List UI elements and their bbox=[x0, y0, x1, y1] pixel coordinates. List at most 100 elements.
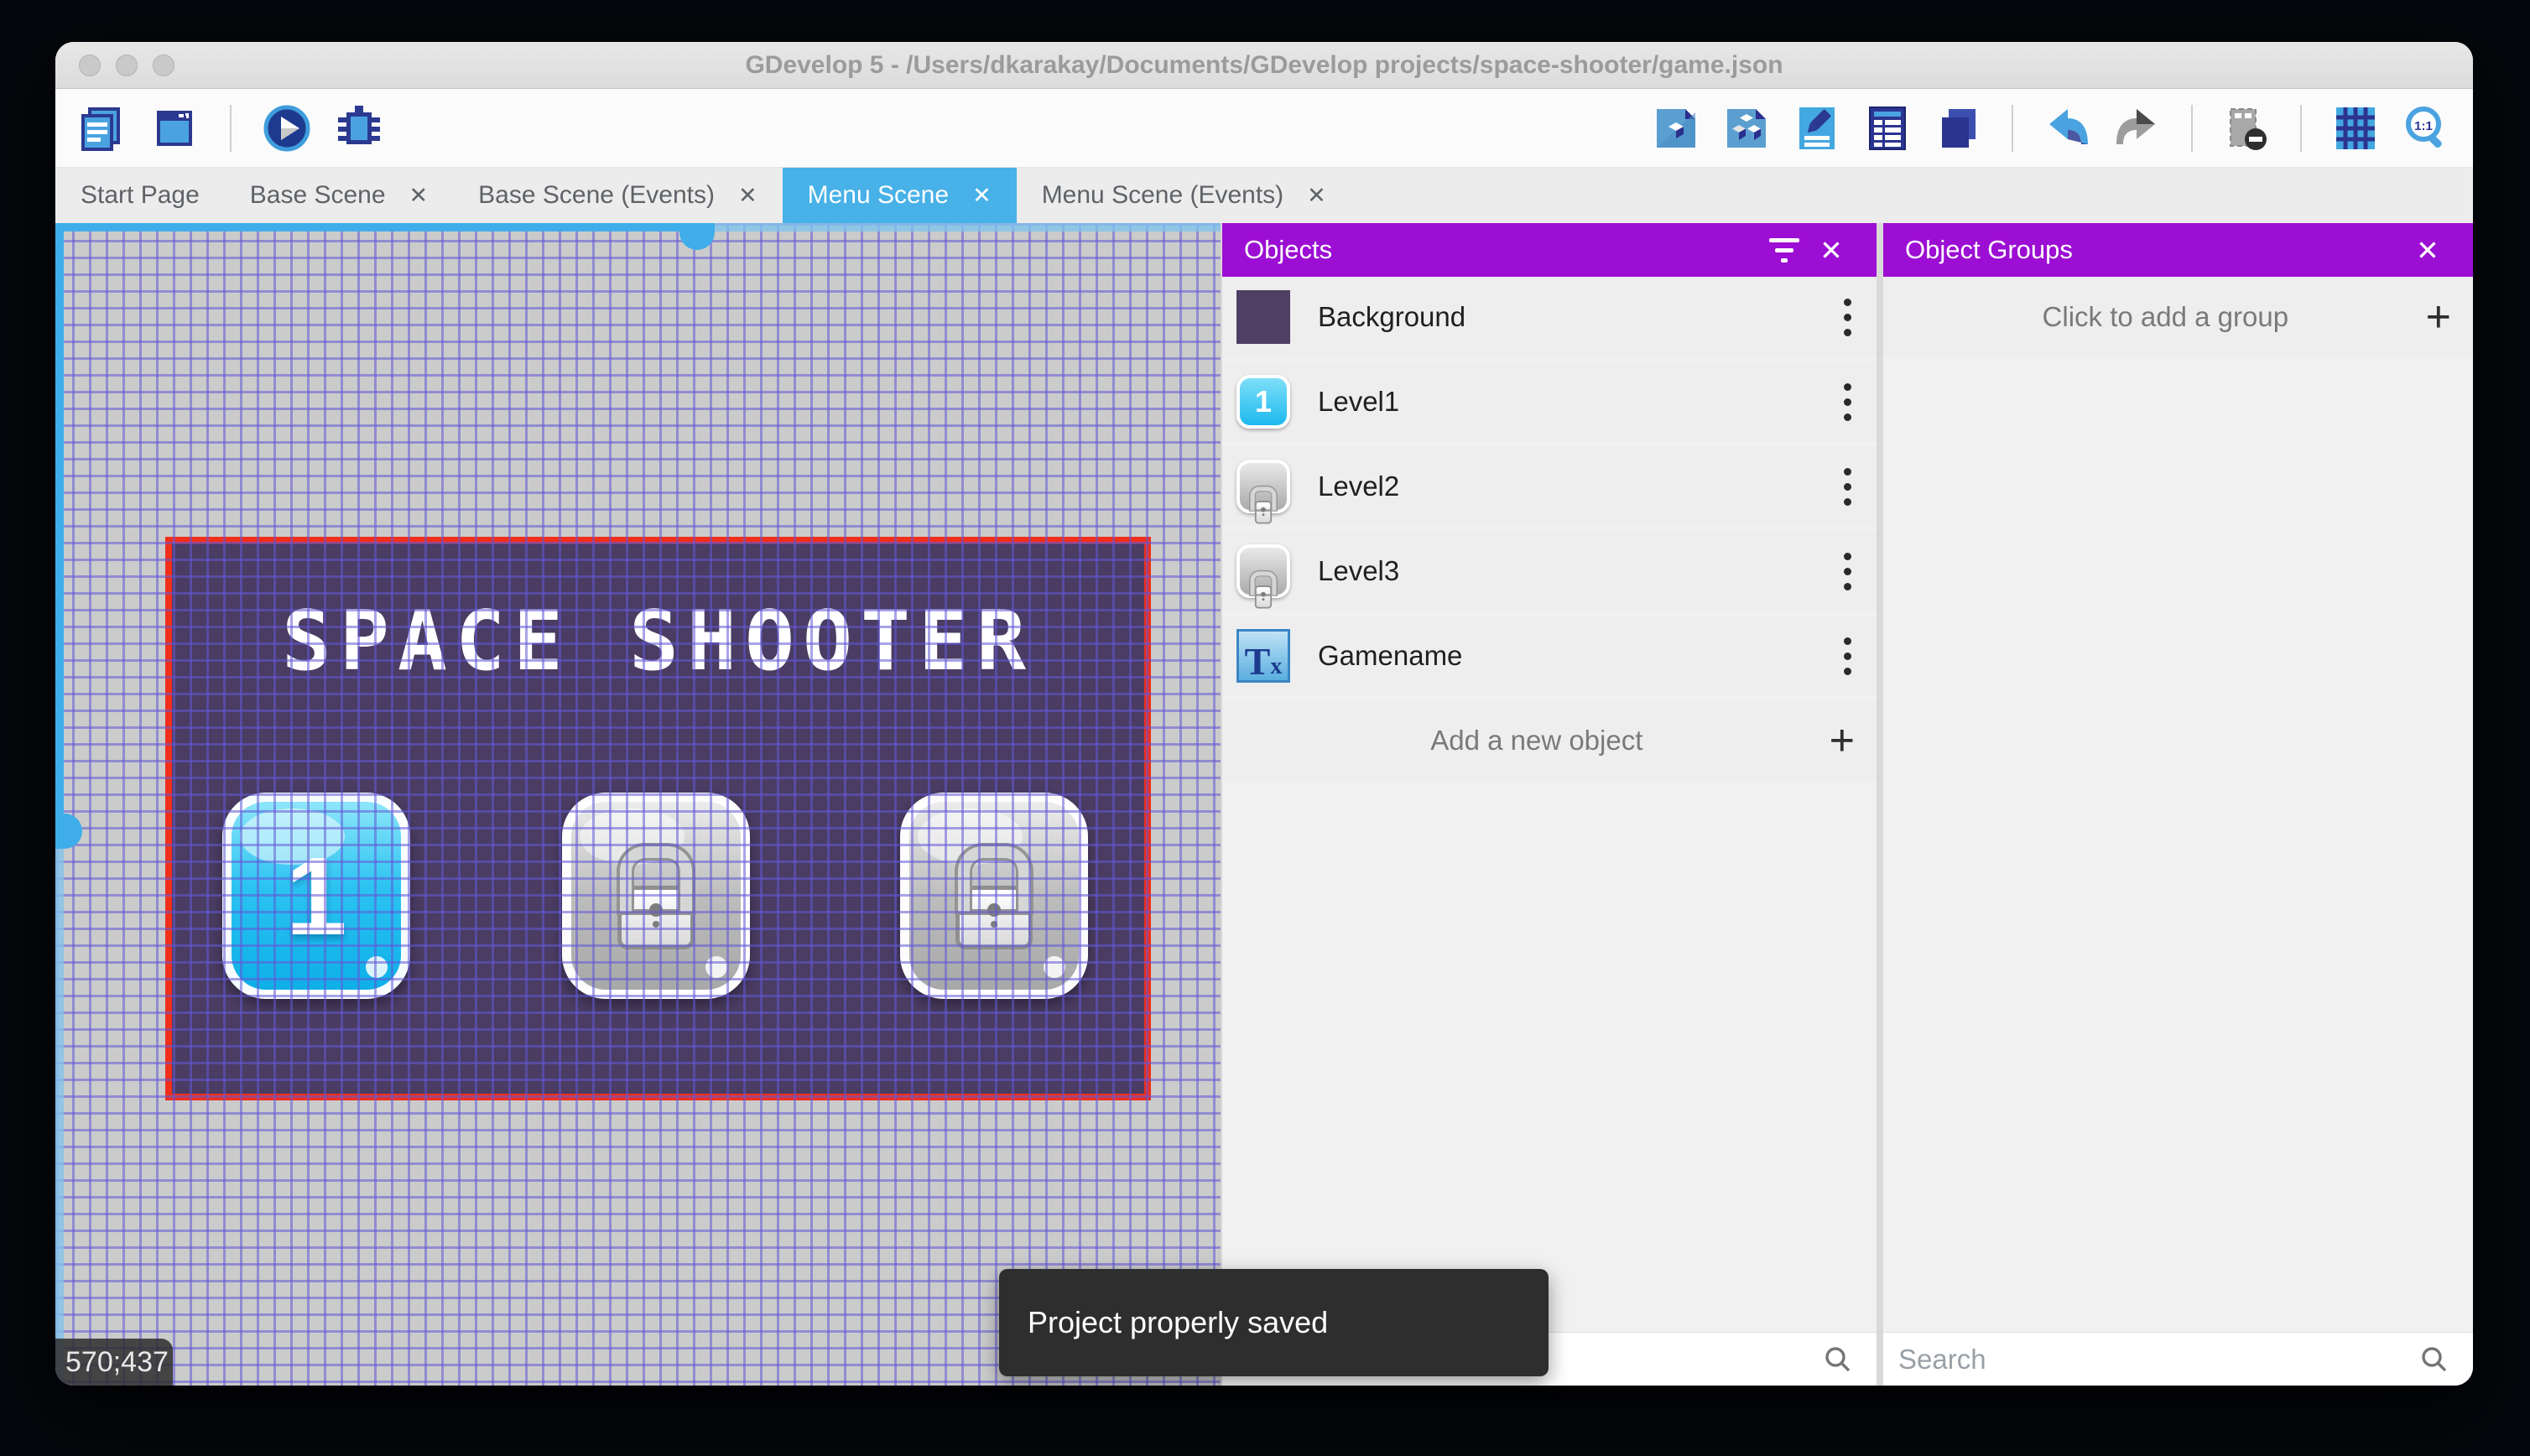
lock-icon bbox=[955, 886, 1033, 949]
tab-menu-scene[interactable]: Menu Scene ✕ bbox=[782, 168, 1017, 223]
objects-panel: Objects ✕ Background 1 Level1 Level2 Lev… bbox=[1221, 223, 1877, 1386]
object-groups-panel-header: Object Groups ✕ bbox=[1883, 223, 2473, 277]
tab-menu-scene-events[interactable]: Menu Scene (Events) ✕ bbox=[1017, 168, 1351, 223]
screen: GDevelop 5 - /Users/dkarakay/Documents/G… bbox=[0, 0, 2530, 1456]
horizontal-scrollbar-track bbox=[55, 223, 696, 231]
add-new-object-button[interactable]: Add a new object + bbox=[1222, 700, 1877, 781]
object-name: Gamename bbox=[1318, 640, 1463, 671]
tab-bar: Start Page Base Scene ✕ Base Scene (Even… bbox=[55, 168, 2473, 223]
objects-panel-header: Objects ✕ bbox=[1222, 223, 1877, 277]
object-name: Level2 bbox=[1318, 471, 1400, 502]
object-row-level3[interactable]: Level3 bbox=[1222, 531, 1877, 611]
tab-start-page[interactable]: Start Page bbox=[55, 168, 225, 223]
tab-label: Base Scene bbox=[249, 181, 386, 209]
level1-button-icon: 1 bbox=[1236, 374, 1291, 429]
level3-button-instance[interactable] bbox=[900, 793, 1088, 999]
scene-background-instance[interactable]: SPACE SHOOTER 1 bbox=[165, 537, 1151, 1100]
titlebar: GDevelop 5 - /Users/dkarakay/Documents/G… bbox=[55, 42, 2473, 89]
vertical-scrollbar[interactable] bbox=[55, 223, 82, 1386]
object-groups-panel: Object Groups ✕ Click to add a group + bbox=[1883, 223, 2473, 1386]
level2-button-instance[interactable] bbox=[562, 793, 750, 999]
vertical-scrollbar-track bbox=[55, 223, 64, 830]
tab-close-icon[interactable]: ✕ bbox=[738, 183, 757, 209]
tab-label: Base Scene (Events) bbox=[478, 181, 715, 209]
layers-icon[interactable] bbox=[1933, 103, 1983, 153]
text-object-icon: Tx bbox=[1236, 628, 1291, 684]
object-name: Level1 bbox=[1318, 386, 1400, 417]
toolbar-divider bbox=[2012, 104, 2013, 152]
object-row-level2[interactable]: Level2 bbox=[1222, 446, 1877, 527]
tab-label: Menu Scene bbox=[807, 181, 950, 209]
instances-list-icon[interactable] bbox=[1862, 103, 1913, 153]
mask-icon[interactable] bbox=[2221, 103, 2272, 153]
vertical-scrollbar-thumb[interactable] bbox=[55, 814, 82, 849]
tab-close-icon[interactable]: ✕ bbox=[409, 183, 429, 209]
search-icon[interactable] bbox=[2411, 1336, 2458, 1383]
project-manager-icon[interactable] bbox=[77, 103, 128, 153]
toolbar: 1:1 bbox=[55, 89, 2473, 168]
horizontal-scrollbar-thumb[interactable] bbox=[679, 223, 715, 250]
zoom-1-1-icon[interactable]: 1:1 bbox=[2401, 103, 2451, 153]
toolbar-divider bbox=[230, 104, 232, 152]
object-name: Level3 bbox=[1318, 555, 1400, 586]
snackbar-message: Project properly saved bbox=[1028, 1305, 1329, 1339]
object-menu-kebab-icon[interactable] bbox=[1837, 377, 1858, 428]
undo-icon[interactable] bbox=[2042, 103, 2092, 153]
object-menu-kebab-icon[interactable] bbox=[1837, 546, 1858, 597]
window-title: GDevelop 5 - /Users/dkarakay/Documents/G… bbox=[745, 51, 1783, 79]
tab-close-icon[interactable]: ✕ bbox=[972, 183, 992, 209]
level1-number: 1 bbox=[285, 834, 347, 958]
background-sprite-icon bbox=[1236, 289, 1291, 345]
toolbar-left bbox=[77, 103, 384, 153]
svg-text:1:1: 1:1 bbox=[2414, 119, 2433, 133]
toolbar-right: 1:1 bbox=[1651, 103, 2451, 153]
object-name: Background bbox=[1318, 301, 1466, 332]
tab-base-scene-events[interactable]: Base Scene (Events) ✕ bbox=[453, 168, 782, 223]
object-groups-search-input[interactable] bbox=[1898, 1343, 2411, 1375]
objects-editor-icon[interactable] bbox=[1651, 103, 1701, 153]
toolbar-divider bbox=[2300, 104, 2302, 152]
object-row-background[interactable]: Background bbox=[1222, 277, 1877, 357]
locked-button-icon bbox=[1236, 459, 1291, 524]
tab-base-scene[interactable]: Base Scene ✕ bbox=[225, 168, 453, 223]
panel-divider[interactable] bbox=[1877, 223, 1883, 1386]
object-groups-panel-title: Object Groups bbox=[1905, 235, 2073, 264]
horizontal-scrollbar[interactable] bbox=[55, 223, 1221, 250]
object-groups-list: Click to add a group + bbox=[1883, 277, 2473, 1332]
tab-label: Menu Scene (Events) bbox=[1041, 181, 1284, 209]
properties-icon[interactable] bbox=[1792, 103, 1842, 153]
snackbar-toast: Project properly saved bbox=[999, 1269, 1549, 1376]
add-new-object-label: Add a new object bbox=[1430, 725, 1643, 756]
level1-button-instance[interactable]: 1 bbox=[222, 793, 410, 999]
scene-editor-canvas[interactable]: SPACE SHOOTER 1 570;437 bbox=[55, 223, 1221, 1386]
object-row-level1[interactable]: 1 Level1 bbox=[1222, 361, 1877, 442]
lock-icon bbox=[617, 886, 695, 949]
object-menu-kebab-icon[interactable] bbox=[1837, 292, 1858, 343]
object-menu-kebab-icon[interactable] bbox=[1837, 461, 1858, 512]
plus-icon[interactable]: + bbox=[1830, 719, 1855, 762]
add-group-label: Click to add a group bbox=[2042, 301, 2289, 332]
scene-window-icon[interactable] bbox=[149, 103, 200, 153]
object-groups-icon[interactable] bbox=[1721, 103, 1772, 153]
close-icon[interactable]: ✕ bbox=[2404, 226, 2451, 273]
tab-close-icon[interactable]: ✕ bbox=[1307, 183, 1326, 209]
close-icon[interactable]: ✕ bbox=[1808, 226, 1855, 273]
play-icon[interactable] bbox=[262, 103, 312, 153]
object-row-gamename[interactable]: Tx Gamename bbox=[1222, 616, 1877, 696]
objects-panel-title: Objects bbox=[1244, 235, 1333, 264]
object-menu-kebab-icon[interactable] bbox=[1837, 631, 1858, 682]
cursor-coordinates-badge: 570;437 bbox=[55, 1339, 173, 1386]
grid-icon[interactable] bbox=[2330, 103, 2381, 153]
search-icon[interactable] bbox=[1814, 1336, 1861, 1383]
plus-icon[interactable]: + bbox=[2426, 295, 2451, 339]
object-groups-search-bar bbox=[1883, 1332, 2473, 1386]
debug-icon[interactable] bbox=[334, 103, 384, 153]
filter-icon[interactable] bbox=[1761, 226, 1808, 273]
gdevelop-window: GDevelop 5 - /Users/dkarakay/Documents/G… bbox=[55, 42, 2473, 1386]
objects-list: Background 1 Level1 Level2 Level3 T x Ga… bbox=[1222, 277, 1877, 1332]
locked-button-icon bbox=[1236, 543, 1291, 609]
main-content: SPACE SHOOTER 1 570;437 Objects ✕ Backgr… bbox=[55, 223, 2473, 1386]
add-group-button[interactable]: Click to add a group + bbox=[1883, 277, 2473, 357]
redo-icon[interactable] bbox=[2112, 103, 2163, 153]
toolbar-divider bbox=[2191, 104, 2193, 152]
